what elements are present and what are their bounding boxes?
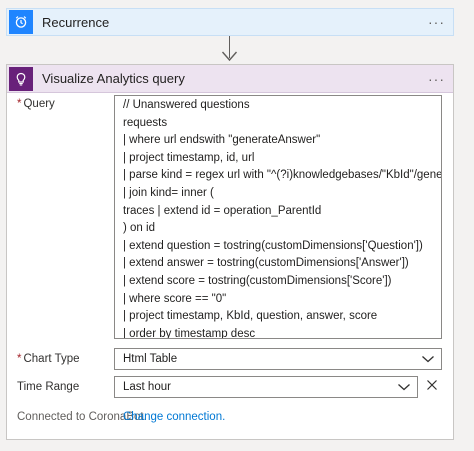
query-line: // Unanswered questions	[123, 99, 250, 111]
chart-type-value: Html Table	[123, 353, 178, 365]
query-line: | join kind= inner (	[123, 186, 214, 199]
query-line: | project timestamp, id, url	[123, 151, 255, 164]
lightbulb-icon	[9, 66, 33, 91]
clear-time-range-close-icon[interactable]	[426, 379, 438, 391]
query-label: * Query	[17, 98, 55, 110]
query-line: | extend answer = tostring(customDimensi…	[123, 257, 409, 270]
time-range-select[interactable]: Last hour	[114, 376, 418, 398]
chart-type-select[interactable]: Html Table	[114, 348, 442, 370]
visualize-analytics-card: Visualize Analytics query ··· * Query // …	[6, 64, 454, 440]
chart-type-label: * Chart Type	[17, 353, 80, 365]
time-range-label-text: Time Range	[17, 381, 80, 393]
time-range-value: Last hour	[123, 381, 171, 393]
required-marker: *	[17, 98, 22, 110]
query-line: | extend score = tostring(customDimensio…	[123, 274, 392, 287]
query-line: | parse kind = regex url with "^(?i)know…	[123, 169, 442, 182]
query-textarea[interactable]: // Unanswered questions requests | where…	[114, 95, 442, 339]
required-marker: *	[17, 353, 22, 365]
change-connection-link[interactable]: Change connection.	[123, 411, 225, 423]
visualize-more-button[interactable]: ···	[428, 72, 445, 86]
query-label-text: Query	[23, 98, 55, 110]
recurrence-card[interactable]: Recurrence ···	[6, 8, 454, 36]
recurrence-title: Recurrence	[42, 14, 110, 30]
chevron-down-icon	[422, 356, 434, 363]
arrow-down-icon	[221, 51, 238, 62]
alarm-clock-icon	[9, 10, 33, 34]
query-line: | where score == "0"	[123, 292, 227, 305]
time-range-label: Time Range	[17, 381, 79, 393]
query-line: | order by timestamp desc	[123, 327, 256, 339]
visualize-card-header[interactable]: Visualize Analytics query ···	[7, 65, 453, 93]
chart-type-label-text: Chart Type	[23, 353, 80, 365]
recurrence-more-button[interactable]: ···	[428, 15, 445, 29]
query-line: | extend question = tostring(customDimen…	[123, 239, 423, 252]
chevron-down-icon	[398, 384, 410, 391]
visualize-title: Visualize Analytics query	[42, 71, 185, 86]
query-line: ) on id	[123, 222, 155, 235]
query-line: | where url endswith "generateAnswer"	[123, 134, 321, 147]
query-line: requests	[123, 116, 168, 129]
query-line: | project timestamp, KbId, question, ans…	[123, 310, 378, 323]
query-line: traces | extend id = operation_ParentId	[123, 204, 322, 217]
